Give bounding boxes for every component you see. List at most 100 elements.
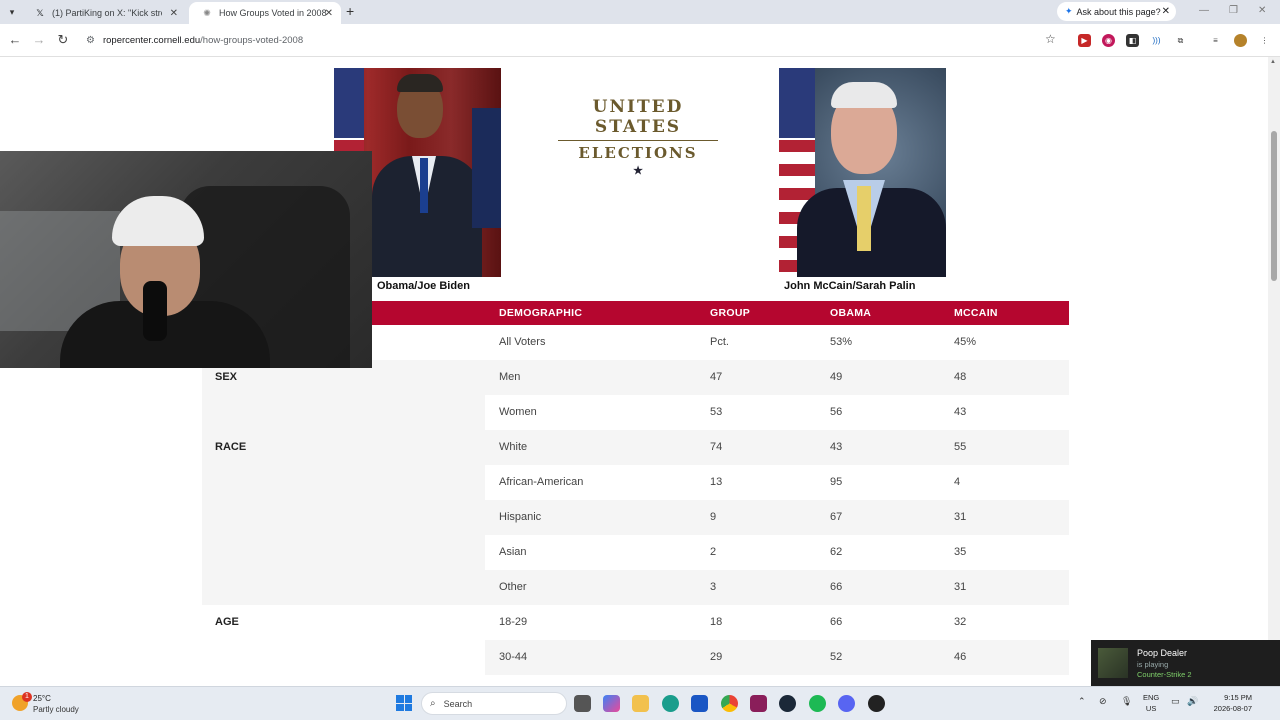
spotify-icon[interactable]: [809, 695, 826, 712]
cell-group: 2: [710, 546, 717, 558]
cell-demographic: All Voters: [499, 336, 546, 348]
forward-icon[interactable]: →: [31, 32, 47, 47]
monitor-icon[interactable]: ▭: [1171, 696, 1180, 707]
tab-x[interactable]: 𝕏 (1) PartiKing on X: "Kick stream ✕: [22, 2, 186, 24]
reload-icon[interactable]: ↻: [55, 32, 71, 48]
site-info-icon[interactable]: ⚙: [86, 35, 95, 46]
cell-group: 9: [710, 511, 717, 523]
window-close-icon[interactable]: ✕: [1258, 5, 1266, 16]
table-row: Hispanic 9 67 31: [485, 500, 1069, 535]
cell-mccain: 48: [954, 371, 967, 383]
cell-demographic: Hispanic: [499, 511, 542, 523]
cell-mccain: 46: [954, 651, 967, 663]
scroll-up-icon[interactable]: ▲: [1270, 59, 1276, 65]
tab-roper[interactable]: ✺ How Groups Voted in 2008 | Ro ✕: [189, 2, 341, 24]
minimize-icon[interactable]: —: [1199, 5, 1209, 16]
group-label-sex: SEX: [215, 371, 238, 383]
extension-icon[interactable]: ▶: [1078, 34, 1091, 47]
cell-obama: 49: [830, 371, 843, 383]
header-demographic[interactable]: DEMOGRAPHIC: [499, 307, 582, 319]
table-row: Other 3 66 31: [485, 570, 1069, 605]
scrollbar[interactable]: ▲ ▼: [1268, 57, 1280, 686]
discord-icon[interactable]: [838, 695, 855, 712]
table-row: White 74 43 55: [485, 430, 1069, 465]
task-view-icon[interactable]: [574, 695, 591, 712]
menu-kebab-icon[interactable]: ⋮: [1258, 34, 1271, 47]
cell-demographic: 18-29: [499, 616, 528, 628]
search-placeholder: Search: [443, 698, 473, 709]
bookmark-star-icon[interactable]: ☆: [1045, 32, 1056, 46]
group-column: [202, 360, 485, 605]
avatar[interactable]: [1234, 34, 1247, 47]
group-label-age: AGE: [215, 616, 239, 628]
table-row: Women 53 56 43: [485, 395, 1069, 430]
cell-group: 18: [710, 616, 723, 628]
star-icon: ★: [633, 164, 643, 177]
game-notification[interactable]: Poop Dealer is playing Counter-Strike 2: [1091, 640, 1280, 686]
group-label-race: RACE: [215, 441, 247, 453]
steam-icon[interactable]: [779, 695, 796, 712]
header-mccain[interactable]: MCCAIN: [954, 307, 998, 319]
cell-mccain: 31: [954, 581, 967, 593]
cell-mccain: 55: [954, 441, 967, 453]
cell-obama: 95: [830, 476, 843, 488]
cell-obama: 67: [830, 511, 843, 523]
extension-icon[interactable]: ◧: [1126, 34, 1139, 47]
weather-temperature: 25°C: [33, 694, 51, 703]
search-icon: ⌕: [430, 698, 436, 709]
extension-icon[interactable]: ))): [1150, 34, 1163, 47]
address-bar[interactable]: ⚙ ropercenter.cornell.edu/how-groups-vot…: [80, 28, 1070, 52]
language-indicator[interactable]: ENG US: [1143, 692, 1159, 714]
table-row: 30-44 29 52 46: [485, 640, 1069, 675]
cell-obama: 62: [830, 546, 843, 558]
table-row: Men 47 49 48: [485, 360, 1069, 395]
extension-icon[interactable]: ◉: [1102, 34, 1115, 47]
close-icon[interactable]: ✕: [325, 8, 333, 19]
caption-mccain-palin: John McCain/Sarah Palin: [784, 280, 916, 292]
cell-mccain: 32: [954, 616, 967, 628]
close-icon[interactable]: ✕: [1162, 6, 1170, 17]
avatar: [1098, 648, 1128, 678]
tab-search-icon[interactable]: ▾: [5, 5, 19, 19]
new-tab-button[interactable]: +: [346, 3, 354, 19]
copilot-icon[interactable]: [603, 695, 620, 712]
cell-obama: 52: [830, 651, 843, 663]
roper-logo-icon: ✺: [203, 7, 211, 18]
microphone-icon[interactable]: 🎙: [1121, 696, 1132, 707]
sparkle-icon: ✦: [1065, 6, 1073, 16]
ask-label: Ask about this page?: [1076, 6, 1161, 17]
chrome-icon[interactable]: [721, 695, 738, 712]
restore-icon[interactable]: ❐: [1229, 5, 1238, 16]
file-explorer-icon[interactable]: [632, 695, 649, 712]
cell-group: 47: [710, 371, 723, 383]
app-icon[interactable]: [868, 695, 885, 712]
scrollbar-thumb[interactable]: [1271, 131, 1277, 281]
back-icon[interactable]: ←: [7, 32, 23, 47]
cell-group: 3: [710, 581, 717, 593]
tray-chevron-icon[interactable]: ⌃: [1078, 696, 1086, 707]
app-icon[interactable]: [691, 695, 708, 712]
reading-list-icon[interactable]: ≡: [1209, 34, 1222, 47]
extensions-puzzle-icon[interactable]: ⧉: [1174, 34, 1187, 47]
start-button-icon[interactable]: [396, 695, 412, 711]
nzxt-icon[interactable]: [750, 695, 767, 712]
clock[interactable]: 9:15 PM 2026-08-07: [1208, 692, 1252, 714]
notification-game: Counter-Strike 2: [1137, 670, 1192, 679]
edge-icon[interactable]: [662, 695, 679, 712]
tab-title: (1) PartiKing on X: "Kick stream: [52, 8, 162, 18]
notification-name: Poop Dealer: [1137, 648, 1188, 658]
network-icon[interactable]: ⊘: [1099, 696, 1107, 707]
cell-mccain: 4: [954, 476, 961, 488]
close-icon[interactable]: ✕: [170, 8, 178, 19]
cell-group: Pct.: [710, 336, 729, 348]
volume-icon[interactable]: 🔊: [1187, 696, 1198, 707]
taskbar-search[interactable]: ⌕ Search: [421, 692, 567, 715]
table-row: African-American 13 95 4: [485, 465, 1069, 500]
mccain-portrait-image: [779, 68, 946, 277]
cell-demographic: Women: [499, 406, 537, 418]
header-group[interactable]: GROUP: [710, 307, 750, 319]
cell-obama: 56: [830, 406, 843, 418]
ask-about-page-button[interactable]: ✦ Ask about this page? ✕: [1057, 2, 1176, 21]
cell-mccain: 35: [954, 546, 967, 558]
header-obama[interactable]: OBAMA: [830, 307, 871, 319]
